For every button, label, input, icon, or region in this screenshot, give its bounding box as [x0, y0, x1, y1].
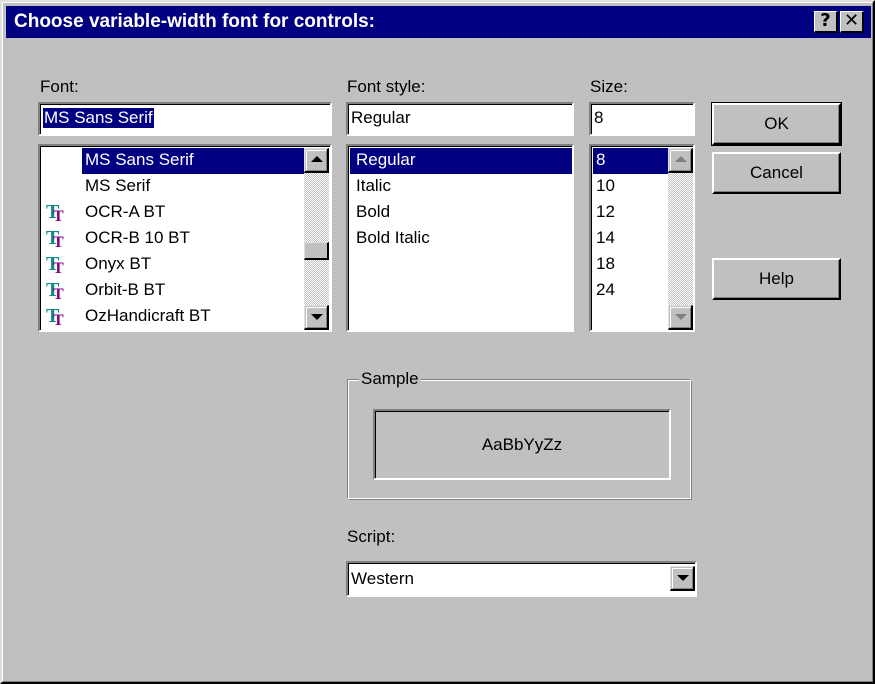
arrow-down-icon [675, 314, 687, 320]
help-button[interactable]: Help [712, 258, 841, 300]
font-list-item-label: OCR-A BT [85, 202, 166, 221]
font-style-label: Font style: [347, 77, 426, 96]
sample-preview: AaBbYyZz [373, 409, 671, 480]
truetype-icon: TT [46, 280, 68, 303]
font-style-list-items: Regular Italic Bold Bold Italic [350, 148, 572, 330]
help-button-label: Help [759, 269, 794, 288]
font-list-item[interactable]: T T Orbit-B BT [42, 278, 305, 304]
font-list-item[interactable]: T T OCR-B 10 BT [42, 226, 305, 252]
font-list-items: MS Sans Serif MS Serif T T OCR-A BT T T OCR-B 1… [42, 148, 305, 330]
size-list-item[interactable]: 8 [593, 148, 668, 174]
help-question-icon[interactable]: ? [814, 11, 838, 33]
size-list-item[interactable]: 12 [593, 200, 668, 226]
font-style-list[interactable]: Regular Italic Bold Bold Italic [346, 144, 574, 332]
sample-caption: Sample [359, 369, 421, 389]
font-dialog: Choose variable-width font for controls:… [0, 0, 875, 684]
font-list-item[interactable]: T T OCR-A BT [42, 200, 305, 226]
font-list-item[interactable]: T T Onyx BT [42, 252, 305, 278]
arrow-up-icon [311, 156, 323, 162]
scroll-down-button[interactable] [304, 305, 329, 330]
truetype-glyph: T [53, 286, 64, 303]
truetype-glyph: T [53, 312, 64, 329]
size-list-item[interactable]: 24 [593, 278, 668, 304]
font-list-item[interactable]: MS Sans Serif [82, 148, 305, 174]
font-style-value: Regular [351, 108, 411, 127]
scroll-up-button[interactable] [304, 148, 329, 173]
size-list-items: 8 10 12 14 18 24 [593, 148, 668, 330]
chevron-down-icon [677, 575, 689, 581]
font-list-scrollbar[interactable] [304, 148, 329, 330]
scroll-down-button[interactable] [668, 305, 693, 330]
font-list-item-label: Orbit-B BT [85, 280, 166, 299]
truetype-icon: TT [46, 228, 68, 251]
truetype-icon: TT [46, 254, 68, 277]
font-list-item-label: MS Sans Serif [85, 150, 194, 169]
truetype-icon: TT [46, 202, 68, 225]
ok-button[interactable]: OK [711, 102, 842, 146]
font-list-item-label: Onyx BT [85, 254, 152, 273]
truetype-glyph: T [53, 234, 64, 251]
size-list-scrollbar[interactable] [668, 148, 693, 330]
font-style-list-item[interactable]: Bold Italic [350, 226, 572, 252]
script-label: Script: [347, 527, 396, 546]
script-dropdown-button[interactable] [670, 566, 695, 591]
size-list-item[interactable]: 14 [593, 226, 668, 252]
size-label: Size: [590, 77, 628, 96]
font-name-input[interactable]: MS Sans Serif [38, 102, 332, 136]
size-input[interactable]: 8 [589, 102, 695, 136]
ok-button-label: OK [764, 114, 789, 133]
scroll-up-button[interactable] [668, 148, 693, 173]
font-name-value: MS Sans Serif [43, 108, 154, 128]
font-list-item[interactable]: T T OzHandicraft BT [42, 304, 305, 330]
cancel-button-label: Cancel [750, 163, 803, 182]
size-list[interactable]: 8 10 12 14 18 24 [589, 144, 695, 332]
font-style-input[interactable]: Regular [346, 102, 574, 136]
size-value: 8 [594, 108, 604, 127]
font-list-item[interactable]: MS Serif [42, 174, 305, 200]
arrow-down-icon [311, 314, 323, 320]
truetype-glyph: T [53, 208, 64, 225]
dialog-title: Choose variable-width font for controls: [14, 11, 376, 32]
title-bar[interactable]: Choose variable-width font for controls:… [6, 6, 871, 38]
font-label: Font: [40, 77, 79, 96]
script-select[interactable]: Western [346, 561, 697, 597]
font-list-item-label: MS Serif [85, 176, 151, 195]
arrow-up-icon [675, 156, 687, 162]
font-list-item-label: OzHandicraft BT [85, 306, 211, 325]
font-list[interactable]: MS Sans Serif MS Serif T T OCR-A BT T T OCR-B 1… [38, 144, 332, 332]
close-icon[interactable]: ✕ [840, 11, 864, 33]
truetype-icon: TT [46, 306, 68, 329]
cancel-button[interactable]: Cancel [712, 152, 841, 194]
scroll-thumb[interactable] [304, 242, 329, 260]
font-style-list-item[interactable]: Regular [350, 148, 572, 174]
size-list-item[interactable]: 18 [593, 252, 668, 278]
font-style-list-item[interactable]: Bold [350, 200, 572, 226]
sample-text: AaBbYyZz [481, 435, 563, 454]
font-list-item-label: OCR-B 10 BT [85, 228, 190, 247]
size-list-item[interactable]: 10 [593, 174, 668, 200]
truetype-glyph: T [53, 260, 64, 277]
font-style-list-item[interactable]: Italic [350, 174, 572, 200]
script-value: Western [351, 569, 414, 588]
